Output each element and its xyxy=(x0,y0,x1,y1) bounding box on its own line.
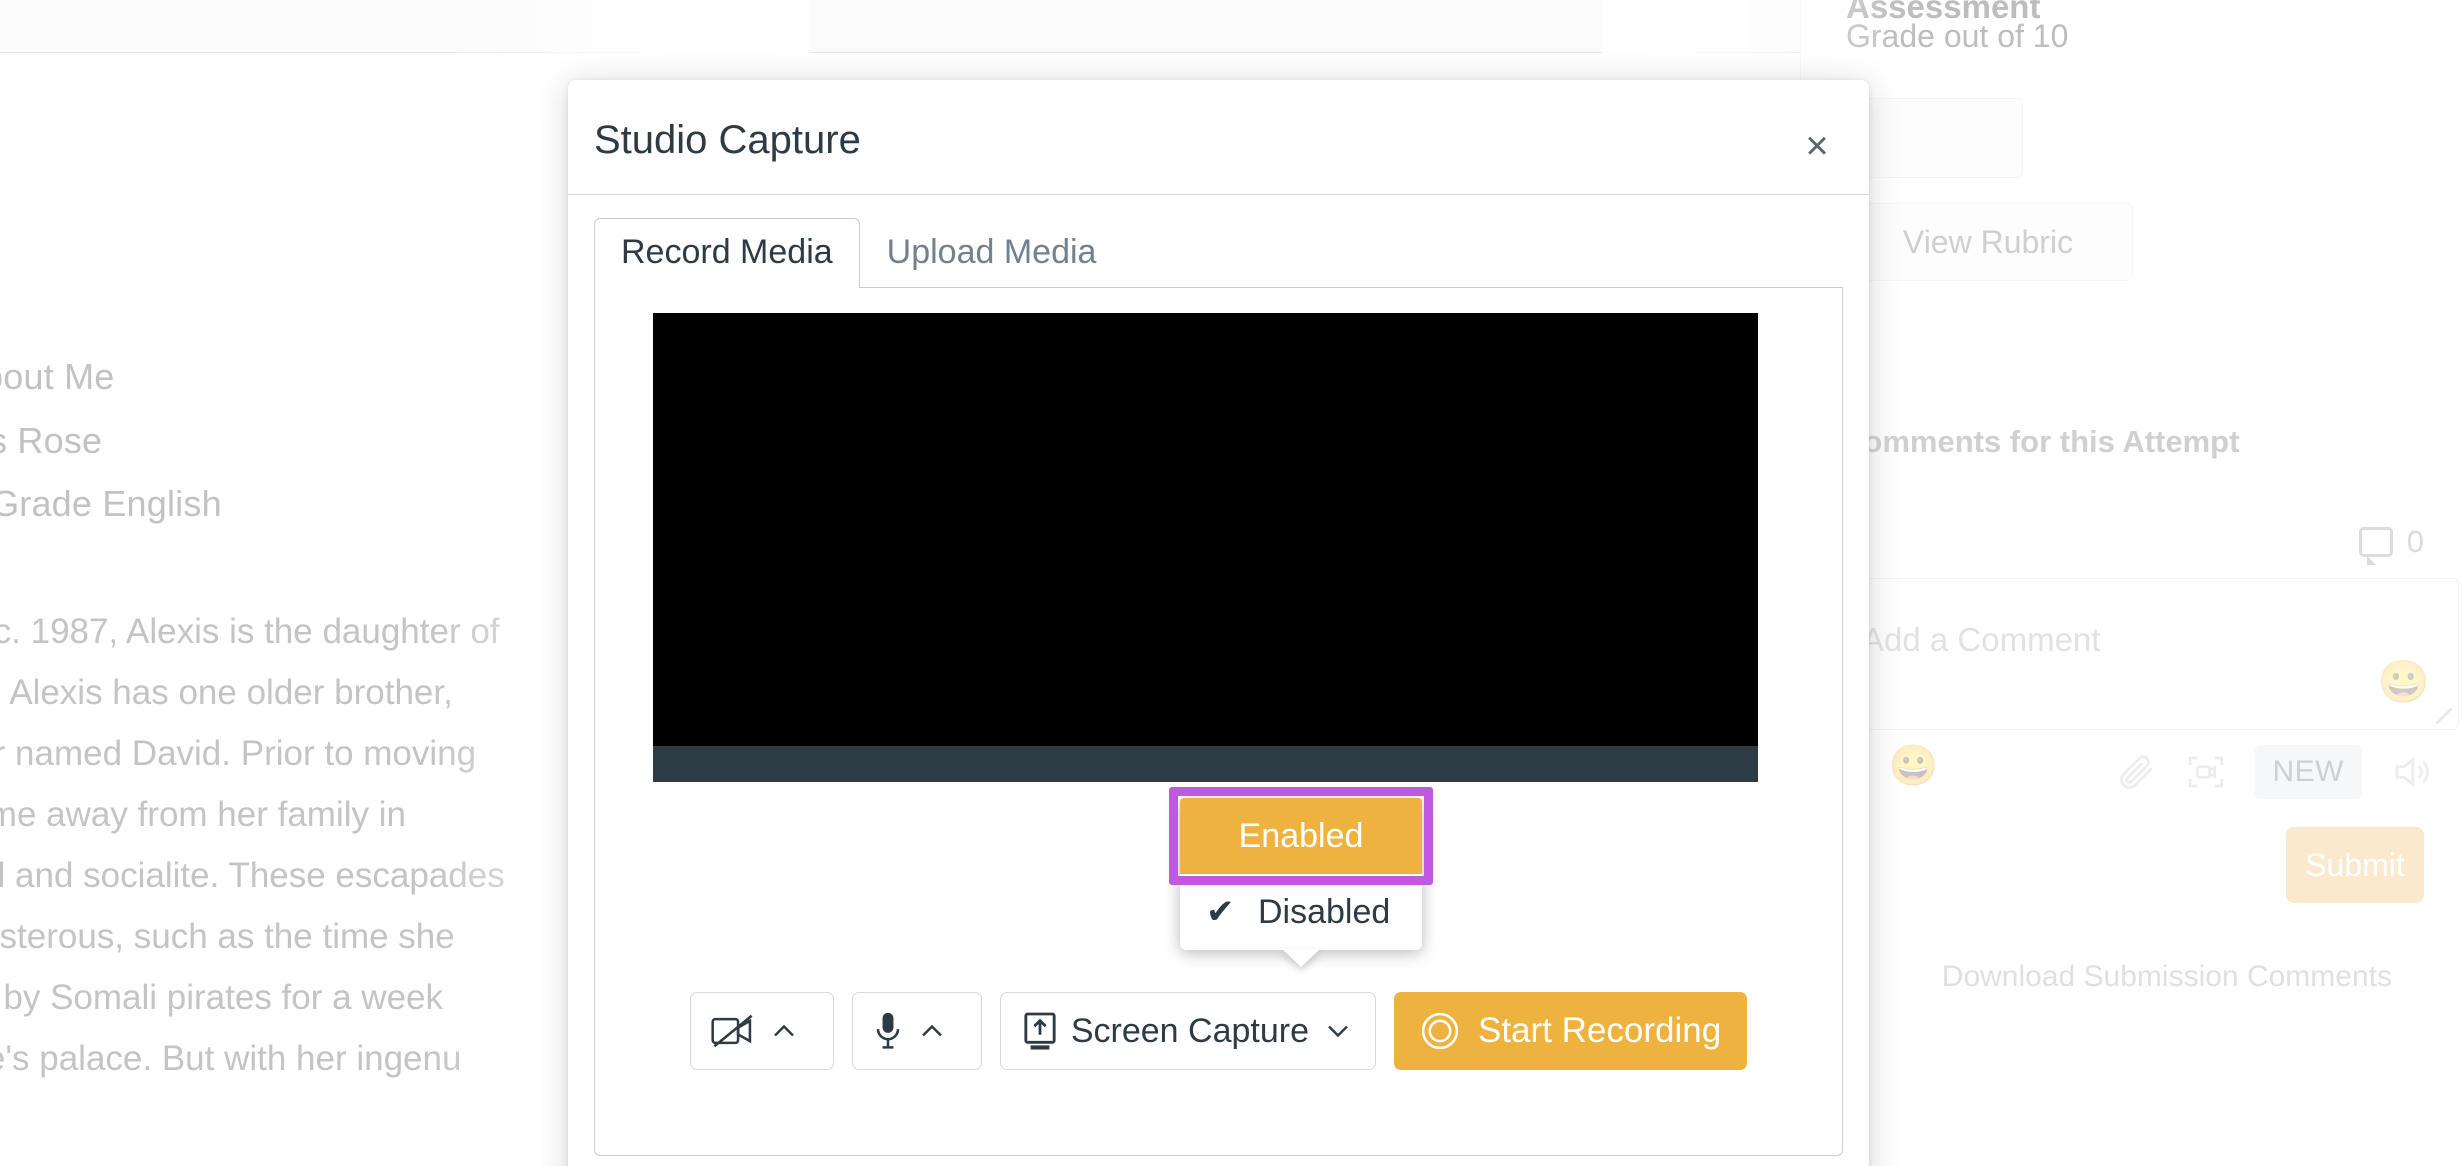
comments-heading: Comments for this Attempt xyxy=(1841,424,2240,459)
emoji-picker-icon[interactable]: 😀 xyxy=(2378,658,2430,707)
comment-count-value: 0 xyxy=(2406,524,2424,559)
chevron-down-icon xyxy=(1328,1025,1348,1038)
add-comment-textarea[interactable]: Add a Comment 😀 xyxy=(1839,578,2459,730)
camera-toggle-button[interactable] xyxy=(689,992,834,1070)
comment-tools: NEW xyxy=(2115,745,2433,799)
video-control-bar xyxy=(653,746,1758,782)
assessment-sidebar: Assessment Grade out of 10 View Rubric C… xyxy=(1800,0,2462,1166)
tabs-container: Record Media Upload Media xyxy=(568,195,1869,288)
start-recording-label: Start Recording xyxy=(1477,1011,1722,1050)
document-course: 12th Grade English xyxy=(0,483,222,524)
textarea-resize-handle[interactable] xyxy=(2436,708,2452,724)
media-capture-icon[interactable] xyxy=(2185,751,2227,793)
comment-bubble-icon xyxy=(2358,527,2393,565)
capture-controls-toolbar: Screen Capture Start Recording xyxy=(595,992,1842,1070)
submit-button[interactable]: Submit xyxy=(2286,827,2424,903)
microphone-toggle-button[interactable] xyxy=(851,992,982,1070)
document-title: All About Me xyxy=(0,356,115,397)
screen-capture-icon xyxy=(1024,1012,1056,1050)
audio-icon[interactable] xyxy=(2390,751,2432,793)
screen: All About Me Alexis Rose 12th Grade Engl… xyxy=(0,0,2462,1166)
smile-emoji-icon[interactable]: 😀 xyxy=(1889,742,1939,789)
download-submission-comments-link[interactable]: Download Submission Comments xyxy=(1942,960,2392,994)
paperclip-icon[interactable] xyxy=(2115,751,2157,793)
comment-count: 0 xyxy=(2358,524,2424,565)
screen-capture-label: Screen Capture xyxy=(1070,1011,1309,1050)
start-recording-button[interactable]: Start Recording xyxy=(1393,992,1748,1070)
dropdown-option-enabled[interactable]: Enabled xyxy=(1180,798,1422,874)
modal-header: Studio Capture × xyxy=(568,80,1869,195)
screen-capture-dropdown-menu: Enabled ✔ Disabled xyxy=(1169,787,1433,967)
view-rubric-button[interactable]: View Rubric xyxy=(1843,203,2133,281)
tab-list: Record Media Upload Media xyxy=(594,218,1843,288)
grade-input[interactable] xyxy=(1843,98,2023,178)
checkmark-icon: ✔ xyxy=(1206,893,1235,931)
microphone-icon xyxy=(876,1012,900,1049)
modal-title: Studio Capture xyxy=(594,118,861,162)
close-icon[interactable]: × xyxy=(1795,124,1839,168)
tab-record-media[interactable]: Record Media xyxy=(594,218,860,288)
new-badge: NEW xyxy=(2254,745,2362,799)
document-author: Alexis Rose xyxy=(0,420,103,461)
video-preview xyxy=(653,313,1758,782)
grade-label: Grade out of 10 xyxy=(1846,18,2069,54)
dropdown-option-disabled[interactable]: ✔ Disabled xyxy=(1180,874,1422,950)
dropdown-option-disabled-label: Disabled xyxy=(1258,892,1391,931)
screen-capture-button[interactable]: Screen Capture xyxy=(999,992,1376,1070)
add-comment-placeholder: Add a Comment xyxy=(1862,621,2101,658)
record-circle-icon xyxy=(1421,1012,1459,1050)
camera-off-icon xyxy=(711,1014,753,1048)
tab-upload-media[interactable]: Upload Media xyxy=(860,218,1124,288)
chevron-up-icon xyxy=(773,1024,794,1037)
studio-capture-modal: Studio Capture × Record Media Upload Med… xyxy=(568,80,1869,1166)
dropdown-pointer-arrow xyxy=(1282,949,1320,967)
record-media-panel: Enabled ✔ Disabled Screen Capture Start … xyxy=(594,288,1843,1156)
chevron-up-icon xyxy=(921,1024,942,1037)
